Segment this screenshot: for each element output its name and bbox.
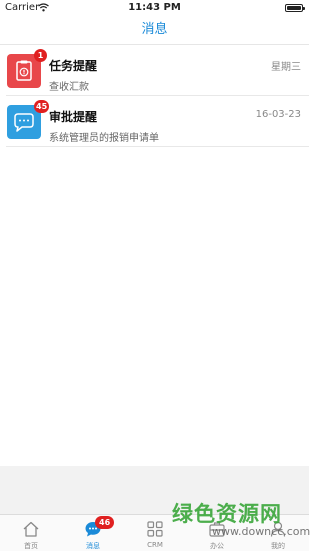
battery-icon <box>285 4 305 12</box>
message-date: 星期三 <box>271 62 301 73</box>
tab-crm[interactable]: CRM <box>124 515 186 551</box>
grid-icon <box>147 521 163 537</box>
message-title: 任务提醒 <box>49 59 98 73</box>
page-title: 消息 <box>0 16 309 45</box>
message-date: 16-03-23 <box>255 109 301 120</box>
tab-home[interactable]: 首页 <box>0 515 62 551</box>
tab-profile[interactable]: 我的 <box>247 515 309 551</box>
briefcase-icon <box>209 522 225 537</box>
status-bar: Carrier 11:43 PM <box>0 0 309 16</box>
unread-badge: 45 <box>34 100 50 113</box>
message-list: 1 任务提醒 查收汇款 星期三 45 审批提醒 系统管理员的报销申请单 16-0… <box>0 45 309 147</box>
message-title: 审批提醒 <box>49 110 98 124</box>
unread-badge: 1 <box>34 49 47 62</box>
tab-messages[interactable]: 46 消息 <box>62 515 124 551</box>
empty-area <box>0 466 309 514</box>
message-preview: 查收汇款 <box>49 82 89 93</box>
person-icon <box>270 521 286 537</box>
message-item-task-reminder[interactable]: 1 任务提醒 查收汇款 星期三 <box>6 45 309 96</box>
message-preview: 系统管理员的报销申请单 <box>49 133 159 144</box>
tab-badge: 46 <box>95 516 115 529</box>
tab-label: CRM <box>147 541 163 549</box>
home-icon <box>23 521 39 537</box>
tab-office[interactable]: 办公 <box>186 515 248 551</box>
message-item-approval-reminder[interactable]: 45 审批提醒 系统管理员的报销申请单 16-03-23 <box>6 96 309 147</box>
tab-bar: 首页 46 消息 CRM 办公 我的 <box>0 514 309 551</box>
clock: 11:43 PM <box>128 2 181 13</box>
